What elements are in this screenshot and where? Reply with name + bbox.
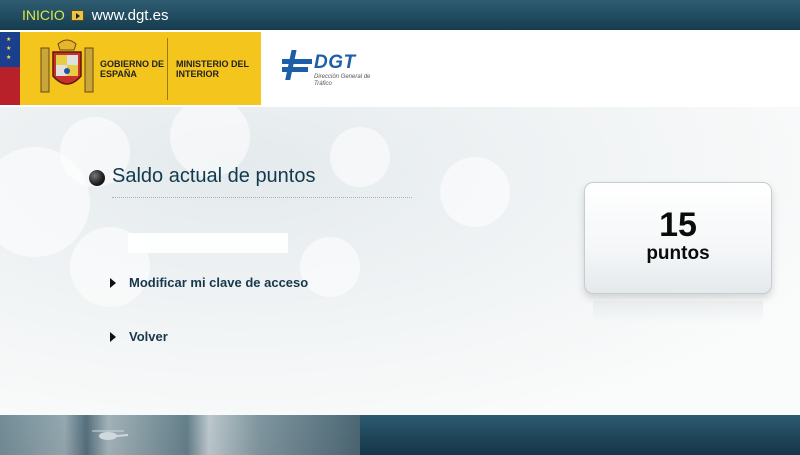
points-card: 15 puntos	[584, 182, 772, 323]
points-label: puntos	[646, 243, 710, 264]
dgt-logo[interactable]: DGT Dirección General de Tráfico	[282, 46, 382, 94]
section-bullet-icon	[89, 170, 105, 186]
site-link[interactable]: www.dgt.es	[92, 7, 169, 24]
dgt-title: DGT	[314, 52, 356, 73]
footer-banner	[0, 415, 800, 455]
back-link[interactable]: Volver	[110, 329, 168, 344]
ministerio-label: MINISTERIO DEL INTERIOR	[176, 59, 249, 79]
helicopter-icon	[92, 430, 129, 440]
government-logo-block: GOBIERNO DE ESPAÑA MINISTERIO DEL INTERI…	[20, 32, 261, 105]
gobierno-label: GOBIERNO DE ESPAÑA	[100, 59, 165, 79]
hidden-user-field	[128, 233, 288, 253]
points-value: 15	[659, 206, 697, 244]
dgt-subtitle: Dirección General de Tráfico	[314, 74, 371, 87]
arrow-right-icon	[110, 277, 116, 288]
arrow-right-icon	[110, 331, 116, 342]
footer-photo-strip	[0, 415, 360, 455]
section-title: Saldo actual de puntos	[112, 165, 316, 187]
dgt-mark-icon	[282, 50, 312, 80]
background-bubble	[300, 237, 360, 297]
eu-flag-strip	[0, 32, 20, 105]
play-icon[interactable]	[70, 9, 84, 21]
header: GOBIERNO DE ESPAÑA MINISTERIO DEL INTERI…	[0, 30, 800, 108]
modify-password-link[interactable]: Modificar mi clave de acceso	[110, 275, 308, 290]
coat-of-arms-icon	[40, 39, 94, 93]
main-content: Saldo actual de puntos Modificar mi clav…	[0, 107, 800, 415]
home-link[interactable]: INICIO	[22, 7, 65, 23]
top-bar: INICIO www.dgt.es	[0, 0, 800, 30]
title-divider	[112, 197, 412, 198]
background-bubble	[330, 127, 390, 187]
background-bubble	[440, 157, 510, 227]
modify-password-label: Modificar mi clave de acceso	[129, 275, 309, 290]
header-divider	[167, 38, 168, 100]
back-label: Volver	[129, 329, 168, 344]
